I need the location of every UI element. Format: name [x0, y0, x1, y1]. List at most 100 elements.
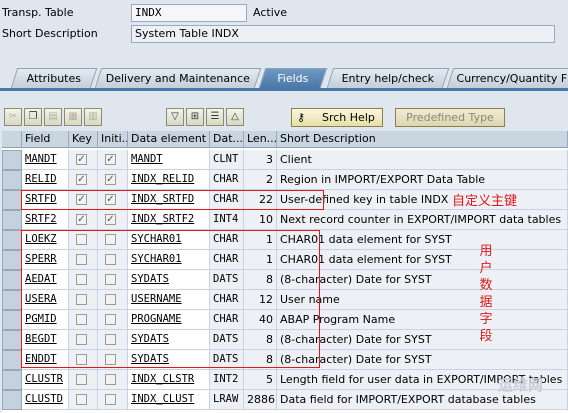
tab-attributes[interactable]: Attributes [10, 68, 98, 88]
tab-label: Currency/Quantity F [456, 72, 568, 85]
annotation-char: 段 [479, 329, 493, 344]
delete-row-icon[interactable]: ▥ [84, 108, 102, 126]
initial-checkbox-cell: ✓ [98, 170, 128, 190]
initial-checkbox[interactable] [105, 394, 116, 405]
initial-checkbox-cell: ✓ [98, 150, 128, 170]
key-checkbox[interactable] [76, 374, 87, 385]
data-type-cell: CLNT [210, 150, 244, 170]
sort-down-icon[interactable]: ▽ [166, 108, 184, 126]
initial-checkbox-cell: ✓ [98, 210, 128, 230]
data-element-cell[interactable]: INDX_CLUST [128, 390, 210, 410]
row-selector[interactable] [2, 370, 22, 390]
tab-label: Fields [277, 72, 309, 85]
search-help-button[interactable]: ⚷ Srch Help [291, 108, 383, 127]
col-header-data-type: Dat... [210, 131, 244, 148]
key-checkbox-cell: ✓ [69, 170, 98, 190]
data-type-cell: LRAW [210, 390, 244, 410]
key-checkbox[interactable]: ✓ [76, 174, 87, 185]
row-selector[interactable] [2, 250, 22, 270]
key-checkbox[interactable]: ✓ [76, 154, 87, 165]
field-name-cell[interactable]: CLUSTR [22, 370, 69, 390]
key-icon: ⚷ [296, 111, 306, 124]
length-cell: 3 [244, 150, 277, 170]
annotation-char: 户 [479, 261, 493, 276]
table-row: SRTF2 ✓ ✓ INDX_SRTF2 INT4 10 Next record count… [2, 210, 568, 230]
col-header-field: Field [22, 131, 69, 148]
watermark: 运维网 [498, 376, 544, 394]
tab-label: Delivery and Maintenance [105, 72, 250, 85]
search-help-label: Srch Help [322, 111, 375, 124]
data-element-cell[interactable]: INDX_RELID [128, 170, 210, 190]
tab-label: Entry help/check [341, 72, 435, 85]
insert-row-icon[interactable]: ▦ [64, 108, 82, 126]
col-header-data-element: Data element [128, 131, 210, 148]
initial-checkbox[interactable]: ✓ [105, 154, 116, 165]
short-description-cell: CHAR01 data element for SYST [277, 230, 568, 250]
row-selector[interactable] [2, 270, 22, 290]
annotation-user-data-text: 用 户 数 据 字 段 [478, 243, 494, 345]
tab-label: Attributes [26, 72, 81, 85]
row-selector[interactable] [2, 310, 22, 330]
data-type-cell: CHAR [210, 170, 244, 190]
predefined-type-button[interactable]: Predefined Type [395, 108, 505, 127]
row-selector[interactable] [2, 230, 22, 250]
annotation-char: 字 [479, 312, 493, 327]
select-block-icon[interactable]: ☰ [206, 108, 224, 126]
row-selector[interactable] [2, 170, 22, 190]
short-description-cell: (8-character) Date for SYST [277, 350, 568, 370]
select-all-header[interactable] [2, 131, 22, 148]
annotation-key-box [21, 190, 324, 210]
status-text: Active [253, 6, 288, 19]
row-selector[interactable] [2, 150, 22, 170]
table-row: CLUSTD INDX_CLUST LRAW 2886 Data field for I… [2, 390, 568, 410]
field-name-cell[interactable]: RELID [22, 170, 69, 190]
transp-table-field[interactable]: INDX [131, 4, 247, 22]
data-type-cell: INT2 [210, 370, 244, 390]
initial-checkbox[interactable]: ✓ [105, 214, 116, 225]
field-name-cell[interactable]: CLUSTD [22, 390, 69, 410]
length-cell: 5 [244, 370, 277, 390]
row-selector[interactable] [2, 390, 22, 410]
col-header-short-description: Short Description [277, 131, 568, 148]
short-description-cell: (8-character) Date for SYST [277, 330, 568, 350]
insert-line-icon[interactable]: ⊞ [186, 108, 204, 126]
paste-icon[interactable]: ▤ [44, 108, 62, 126]
table-row: MANDT ✓ ✓ MANDT CLNT 3 Client [2, 150, 568, 170]
data-element-cell[interactable]: INDX_SRTF2 [128, 210, 210, 230]
tab-fields[interactable]: Fields [258, 68, 328, 88]
sort-up-icon[interactable]: △ [226, 108, 244, 126]
short-description-cell: (8-character) Date for SYST [277, 270, 568, 290]
tab-currency-quantity[interactable]: Currency/Quantity F [446, 68, 568, 88]
key-checkbox-cell: ✓ [69, 150, 98, 170]
short-description-field[interactable]: System Table INDX [131, 25, 555, 43]
key-checkbox[interactable]: ✓ [76, 214, 87, 225]
tab-delivery-maintenance[interactable]: Delivery and Maintenance [94, 68, 262, 88]
predefined-type-label: Predefined Type [406, 111, 494, 124]
row-selector[interactable] [2, 330, 22, 350]
row-selector[interactable] [2, 210, 22, 230]
short-description-cell: User name [277, 290, 568, 310]
annotation-char: 用 [479, 244, 493, 259]
data-element-cell[interactable]: INDX_CLSTR [128, 370, 210, 390]
cut-icon[interactable]: ✂ [4, 108, 22, 126]
copy-icon[interactable]: ❐ [24, 108, 42, 126]
field-name-cell[interactable]: SRTF2 [22, 210, 69, 230]
key-checkbox-cell [69, 390, 98, 410]
short-description-cell: Client [277, 150, 568, 170]
short-description-cell: ABAP Program Name [277, 310, 568, 330]
annotation-char: 数 [479, 278, 493, 293]
row-selector[interactable] [2, 350, 22, 370]
transp-table-label: Transp. Table [2, 6, 74, 19]
tab-underline [0, 88, 568, 91]
annotation-custom-key-text: 自定义主键 [452, 194, 518, 209]
row-selector[interactable] [2, 190, 22, 210]
data-element-cell[interactable]: MANDT [128, 150, 210, 170]
row-selector[interactable] [2, 290, 22, 310]
short-description-cell: Region in IMPORT/EXPORT Data Table [277, 170, 568, 190]
field-name-cell[interactable]: MANDT [22, 150, 69, 170]
initial-checkbox[interactable] [105, 374, 116, 385]
data-type-cell: INT4 [210, 210, 244, 230]
key-checkbox[interactable] [76, 394, 87, 405]
initial-checkbox[interactable]: ✓ [105, 174, 116, 185]
tab-entry-help-check[interactable]: Entry help/check [326, 68, 450, 88]
